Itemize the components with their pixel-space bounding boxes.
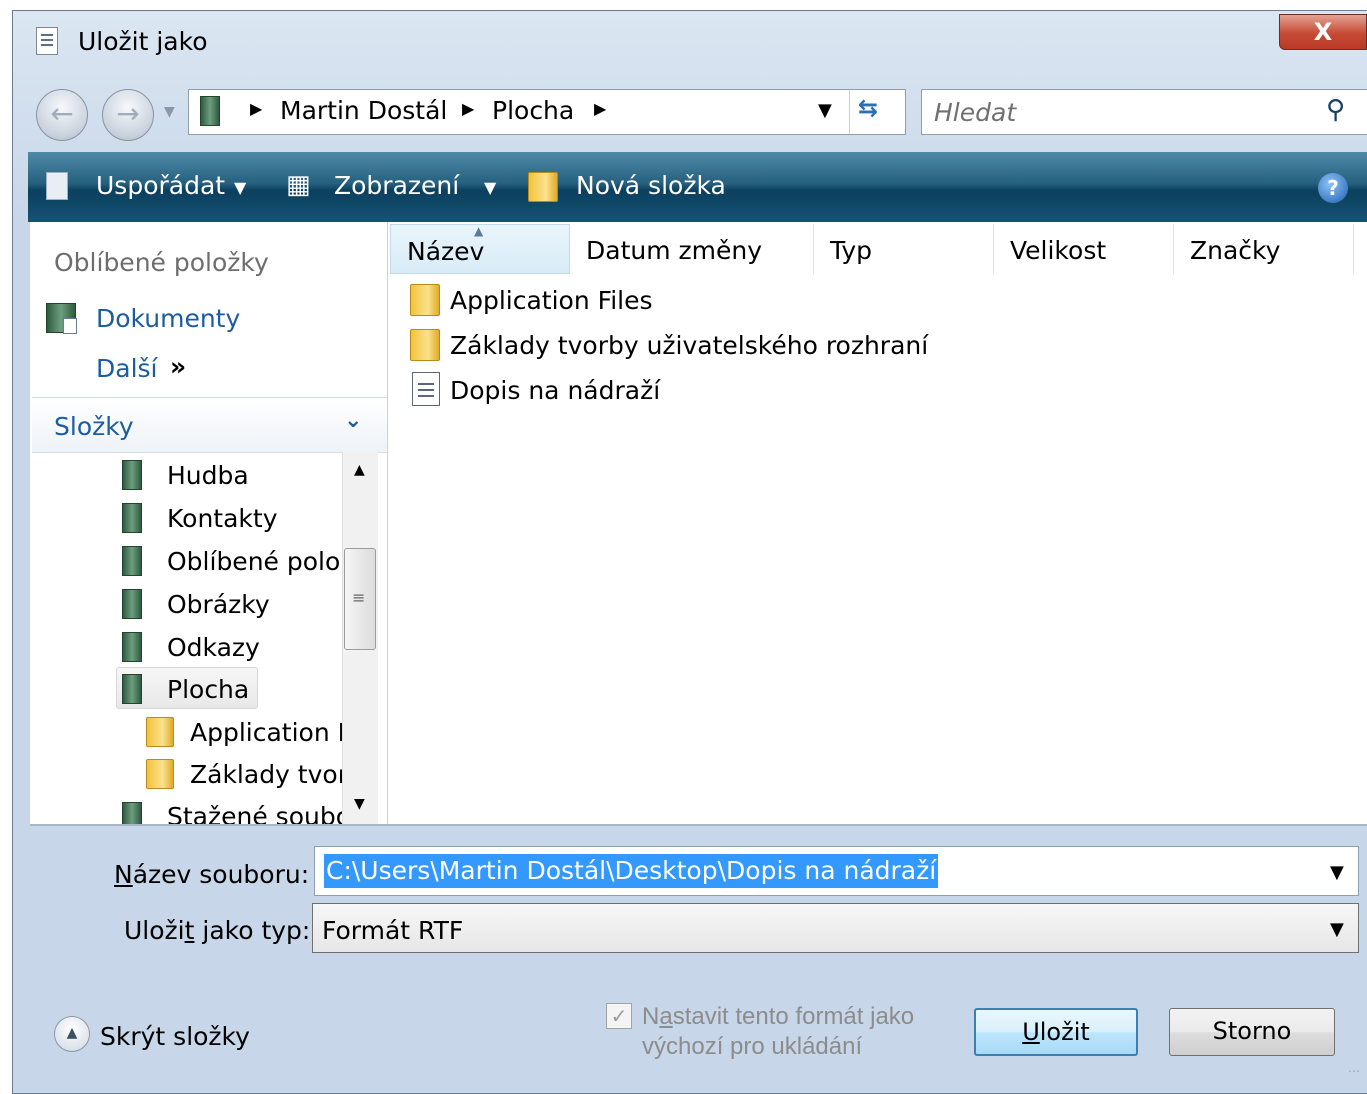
forward-button[interactable]: → [102, 89, 154, 141]
collapse-up-icon[interactable]: ▲ [54, 1016, 90, 1052]
breadcrumb-item-user[interactable]: Martin Dostál [280, 96, 447, 125]
tree-item-music[interactable]: Hudba [167, 461, 249, 490]
close-button[interactable]: X [1279, 14, 1367, 50]
desktop-library-icon [200, 96, 220, 126]
desktop-library-icon [122, 674, 142, 704]
documents-library-icon [46, 303, 77, 334]
breadcrumb-separator-icon[interactable]: ▶ [250, 99, 262, 118]
folder-icon [410, 284, 440, 316]
tree-item-links[interactable]: Odkazy [167, 633, 260, 662]
more-chevron-icon[interactable]: » [170, 352, 186, 381]
hide-folders-button[interactable]: Skrýt složky [100, 1022, 250, 1051]
column-header-type-label: Typ [830, 236, 873, 265]
views-chevron-icon[interactable]: ▼ [484, 178, 496, 197]
rtf-document-icon [412, 372, 440, 406]
folders-header: Složky [54, 412, 134, 441]
filename-input[interactable]: C:\Users\Martin Dostál\Desktop\Dopis na … [324, 854, 939, 888]
forward-arrow-icon: → [116, 97, 140, 130]
new-folder-button[interactable]: Nová složka [576, 171, 726, 200]
column-header-date-label: Datum změny [586, 236, 763, 265]
help-button[interactable]: ? [1318, 173, 1348, 203]
column-header-size-label: Velikost [1010, 236, 1107, 265]
folder-icon [146, 759, 174, 789]
tree-item-desktop[interactable]: Plocha [167, 675, 249, 704]
pictures-library-icon [122, 589, 142, 619]
favorite-item-documents[interactable]: Dokumenty [96, 304, 240, 333]
tree-item-favorites[interactable]: Oblíbené polo: [167, 547, 343, 576]
tree-item-downloads-clip: Stažené soubo [114, 798, 342, 826]
filetype-dropdown-icon[interactable]: ▼ [1330, 919, 1344, 940]
refresh-icon[interactable]: ⇆ [858, 94, 878, 122]
scroll-grip-icon: ≡ [352, 588, 366, 607]
tree-item-pictures[interactable]: Obrázky [167, 590, 270, 619]
folder-icon [410, 329, 440, 361]
back-button[interactable]: ← [36, 89, 88, 141]
filetype-select[interactable] [312, 903, 1359, 953]
organize-icon [46, 172, 68, 200]
column-header-tags-label: Značky [1190, 236, 1281, 265]
favorites-more-link[interactable]: Další [96, 354, 158, 383]
breadcrumb-separator-icon[interactable]: ▶ [594, 99, 606, 118]
column-header-date[interactable]: Datum změny [570, 224, 814, 274]
scroll-up-arrow-icon[interactable]: ▲ [354, 462, 365, 478]
tree-item-application-files[interactable]: Application F [190, 718, 342, 747]
scroll-down-arrow-icon[interactable]: ▼ [354, 796, 365, 812]
tree-item-contacts[interactable]: Kontakty [167, 504, 278, 533]
back-arrow-icon: ← [50, 97, 74, 130]
search-icon[interactable]: ⚲ [1326, 95, 1345, 125]
column-header-tags[interactable]: Značky [1174, 224, 1354, 274]
favorites-library-icon [122, 546, 142, 576]
search-input[interactable]: Hledat [934, 98, 1016, 127]
file-item-ui-basics[interactable]: Základy tvorby uživatelského rozhraní [450, 331, 928, 360]
document-icon [36, 27, 58, 55]
sort-ascending-icon: ▲ [474, 224, 484, 238]
save-button[interactable]: Uložit [974, 1008, 1138, 1056]
music-library-icon [122, 460, 142, 490]
views-icon: ▦ [286, 170, 311, 200]
organize-button[interactable]: Uspořádat [96, 171, 225, 200]
views-button[interactable]: Zobrazení [334, 171, 459, 200]
column-header-type[interactable]: Typ [814, 224, 994, 274]
filetype-label: Uložit jako typ: [124, 916, 311, 945]
favorites-header: Oblíbené položky [54, 248, 269, 277]
organize-chevron-icon[interactable]: ▼ [234, 178, 246, 197]
address-history-dropdown-icon[interactable]: ▼ [818, 100, 832, 121]
folder-icon [146, 717, 174, 747]
address-divider [849, 90, 850, 134]
filetype-value: Formát RTF [322, 916, 464, 945]
file-item-application-files[interactable]: Application Files [450, 286, 653, 315]
column-header-name-label: Název [407, 237, 485, 266]
filename-label: Název souboru: [114, 860, 310, 889]
pane-divider [30, 824, 1367, 826]
file-item-dopis[interactable]: Dopis na nádraží [450, 376, 660, 405]
links-library-icon [122, 632, 142, 662]
breadcrumb-item-desktop[interactable]: Plocha [492, 96, 574, 125]
dialog-title: Uložit jako [78, 27, 208, 56]
default-format-checkbox[interactable]: ✓ [606, 1003, 632, 1029]
tree-item-downloads[interactable]: Stažené soubo [167, 802, 342, 826]
contacts-library-icon [122, 503, 142, 533]
folders-collapse-chevron-icon[interactable]: ⌄ [344, 408, 362, 433]
column-header-size[interactable]: Velikost [994, 224, 1174, 274]
recent-pages-chevron-icon[interactable]: ▼ [164, 104, 175, 120]
filename-dropdown-icon[interactable]: ▼ [1330, 862, 1344, 883]
new-folder-icon [528, 172, 558, 202]
tree-item-ui-basics[interactable]: Základy tvorl [190, 760, 342, 789]
cancel-button[interactable]: Storno [1169, 1008, 1335, 1056]
default-format-label: Nastavit tento formát jako výchozí pro uk… [642, 1003, 915, 1060]
downloads-library-icon [122, 802, 142, 826]
breadcrumb-separator-icon[interactable]: ▶ [462, 99, 474, 118]
resize-grip-icon[interactable]: ⋯ [1348, 1064, 1360, 1078]
